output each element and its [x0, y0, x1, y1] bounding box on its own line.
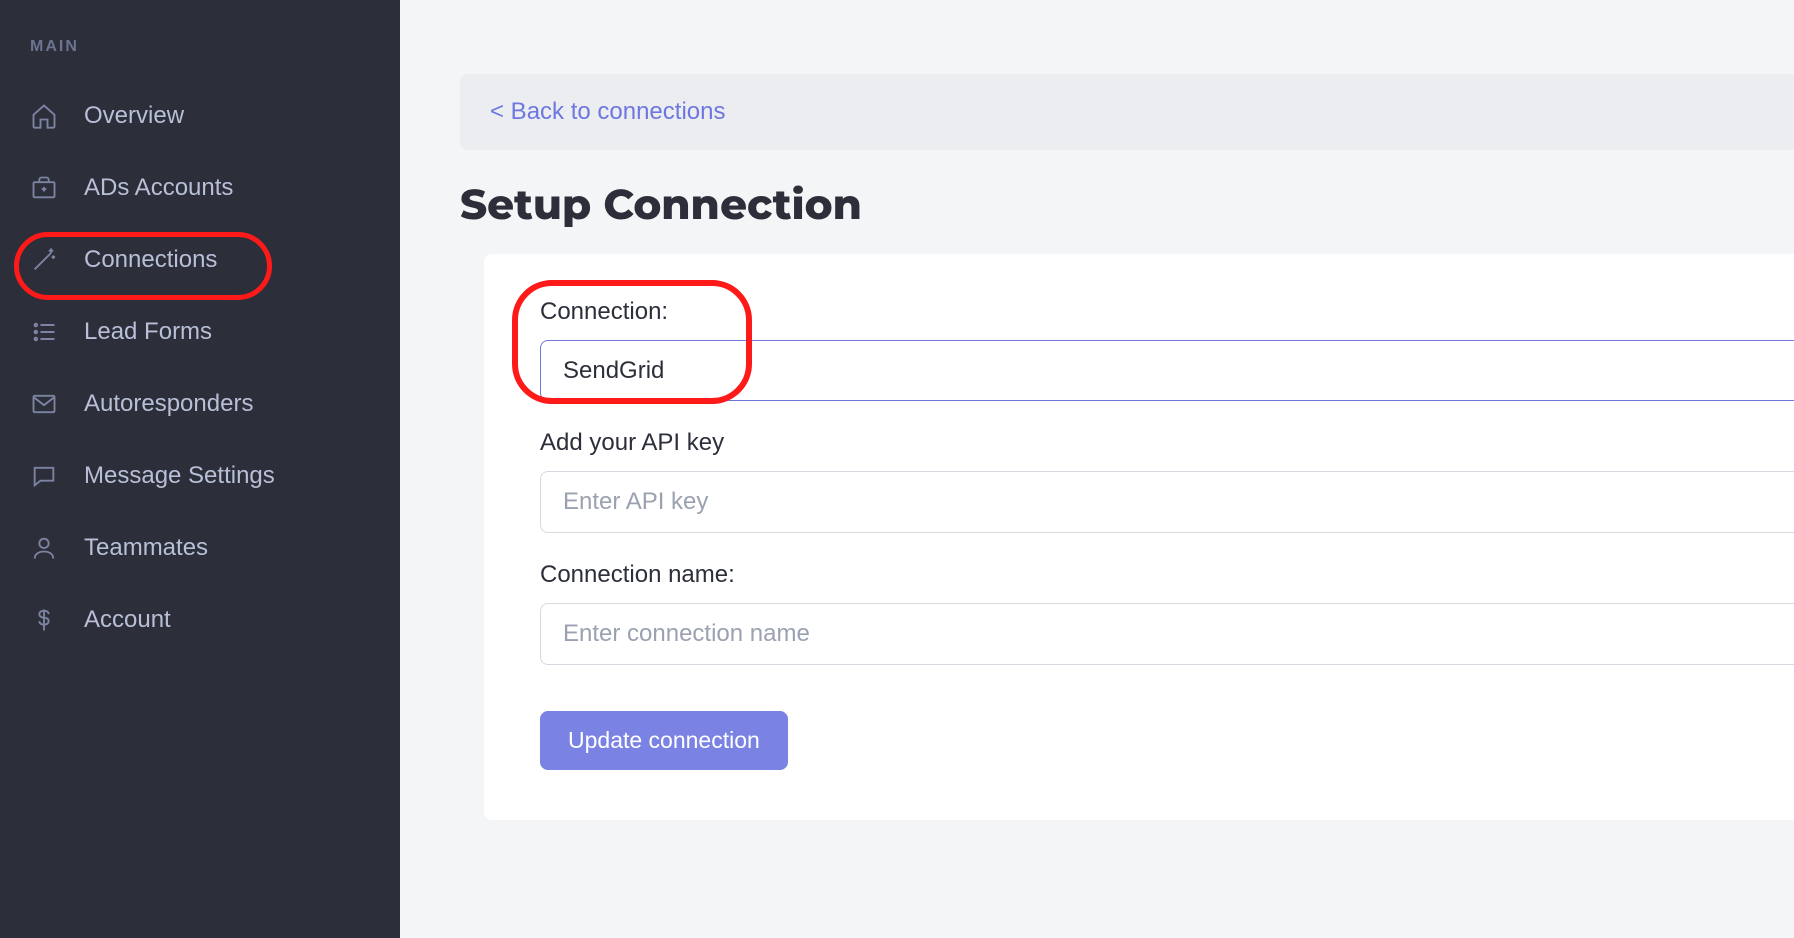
sidebar-item-label: Lead Forms	[84, 318, 212, 346]
connection-label: Connection:	[540, 298, 1794, 326]
sidebar-item-account[interactable]: Account	[0, 584, 400, 656]
api-key-label: Add your API key	[540, 429, 1794, 457]
update-connection-button[interactable]: Update connection	[540, 711, 788, 770]
wand-icon	[30, 246, 58, 274]
list-icon	[30, 318, 58, 346]
sidebar-item-overview[interactable]: Overview	[0, 80, 400, 152]
chat-icon	[30, 462, 58, 490]
home-icon	[30, 102, 58, 130]
sidebar: MAIN Overview ADs Accounts Connections L…	[0, 0, 400, 938]
sidebar-item-teammates[interactable]: Teammates	[0, 512, 400, 584]
sidebar-item-autoresponders[interactable]: Autoresponders	[0, 368, 400, 440]
sidebar-item-connections[interactable]: Connections	[0, 224, 400, 296]
back-bar: < Back to connections	[460, 74, 1794, 150]
sidebar-item-label: Account	[84, 606, 171, 634]
person-icon	[30, 534, 58, 562]
main-content: < Back to connections Setup Connection C…	[400, 0, 1794, 938]
sidebar-item-label: ADs Accounts	[84, 174, 233, 202]
briefcase-plus-icon	[30, 174, 58, 202]
envelope-icon	[30, 390, 58, 418]
sidebar-item-message-settings[interactable]: Message Settings	[0, 440, 400, 512]
setup-connection-card: Connection: SendGrid Add your API key Co…	[484, 254, 1794, 820]
sidebar-item-label: Teammates	[84, 534, 208, 562]
sidebar-item-ads-accounts[interactable]: ADs Accounts	[0, 152, 400, 224]
connection-name-input[interactable]	[540, 603, 1794, 665]
sidebar-item-label: Connections	[84, 246, 217, 274]
sidebar-item-lead-forms[interactable]: Lead Forms	[0, 296, 400, 368]
connection-name-label: Connection name:	[540, 561, 1794, 589]
page-title: Setup Connection	[460, 178, 1794, 230]
sidebar-section-title: MAIN	[0, 28, 400, 80]
sidebar-item-label: Autoresponders	[84, 390, 253, 418]
connection-select[interactable]: SendGrid	[540, 340, 1794, 401]
api-key-field-group: Add your API key	[540, 429, 1794, 533]
connection-name-field-group: Connection name:	[540, 561, 1794, 665]
back-to-connections-link[interactable]: < Back to connections	[490, 98, 725, 125]
dollar-icon	[30, 606, 58, 634]
connection-field-group: Connection: SendGrid	[540, 298, 1794, 401]
api-key-input[interactable]	[540, 471, 1794, 533]
sidebar-item-label: Overview	[84, 102, 184, 130]
sidebar-item-label: Message Settings	[84, 462, 275, 490]
